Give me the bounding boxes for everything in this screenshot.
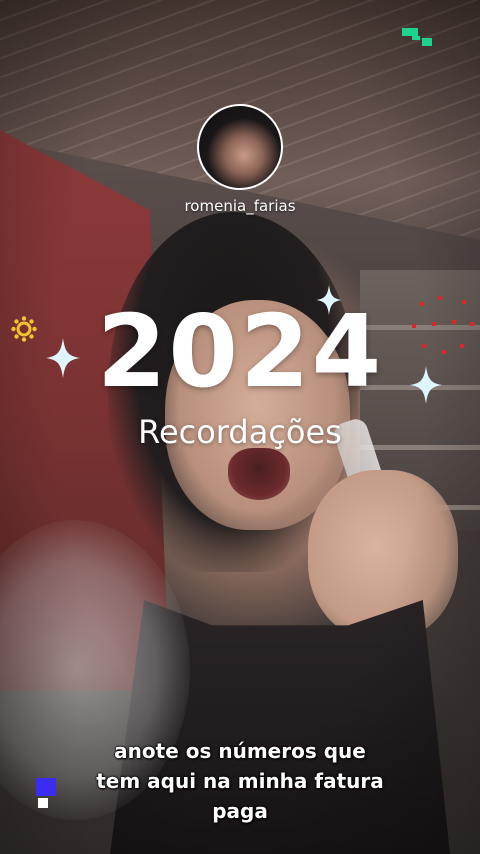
year-title: 2024 [96, 293, 384, 410]
caption-line: tem aqui na minha fatura [96, 769, 384, 793]
profile-avatar[interactable] [197, 104, 283, 190]
app-logo-icon [402, 28, 432, 46]
recordacoes-subtitle: Recordações [138, 413, 342, 451]
caption-line: anote os números que [114, 739, 366, 763]
pixel-blocks-icon [36, 778, 56, 808]
profile-username[interactable]: romenia_farias [0, 197, 480, 215]
video-caption: anote os números que tem aqui na minha f… [60, 736, 420, 826]
story-canvas: romenia_farias 2024 Recordações anote os… [0, 0, 480, 854]
caption-line: paga [212, 799, 268, 823]
